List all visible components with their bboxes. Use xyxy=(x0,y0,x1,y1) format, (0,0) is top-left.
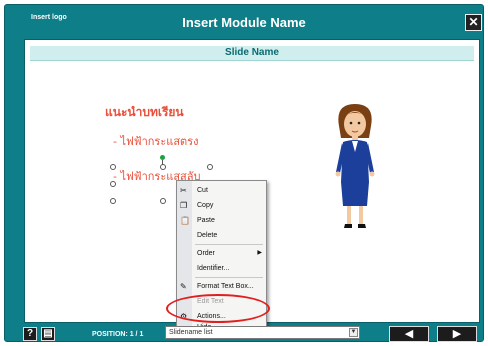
resize-handle[interactable] xyxy=(160,198,166,204)
bullet-item[interactable]: - ไฟฟ้ากระแสตรง xyxy=(113,132,198,150)
resize-handle[interactable] xyxy=(110,181,116,187)
menu-item-cut[interactable]: ✂ Cut xyxy=(177,183,266,198)
slide-select[interactable]: Slidename list ▼ xyxy=(165,326,360,339)
slide-select-value: Slidename list xyxy=(169,329,213,336)
menu-item-delete[interactable]: Delete xyxy=(177,228,266,243)
notes-button[interactable]: ▤ xyxy=(41,327,55,341)
resize-handle[interactable] xyxy=(160,164,166,170)
prev-button[interactable]: ◀ xyxy=(389,326,429,342)
resize-handle[interactable] xyxy=(110,164,116,170)
menu-item-identifier[interactable]: Identifier... xyxy=(177,261,266,276)
highlight-ellipse xyxy=(166,294,270,323)
menu-item-copy[interactable]: ❐ Copy xyxy=(177,198,266,213)
paste-icon: 📋 xyxy=(180,216,190,225)
format-textbox-icon: ✎ xyxy=(180,282,187,291)
scissors-icon: ✂ xyxy=(180,186,187,195)
slide-title: Slide Name xyxy=(30,46,474,61)
close-button[interactable]: ✕ xyxy=(465,14,482,31)
menu-item-label: Cut xyxy=(197,187,208,194)
chevron-down-icon[interactable]: ▼ xyxy=(349,328,358,337)
slide-heading[interactable]: แนะนำบทเรียน xyxy=(105,103,184,122)
menu-item-label: Order xyxy=(197,250,215,257)
module-frame: Insert logo Insert Module Name ✕ Slide N… xyxy=(4,4,484,342)
next-button[interactable]: ▶ xyxy=(437,326,477,342)
resize-handle[interactable] xyxy=(207,164,213,170)
menu-item-label: Identifier... xyxy=(197,265,230,272)
menu-item-paste[interactable]: 📋 Paste xyxy=(177,213,266,228)
menu-item-label: Paste xyxy=(197,217,215,224)
resize-handle[interactable] xyxy=(110,198,116,204)
module-title: Insert Module Name xyxy=(182,15,306,30)
menu-item-order[interactable]: Order ▶ xyxy=(177,246,266,261)
menu-item-format-text-box[interactable]: ✎ Format Text Box... xyxy=(177,279,266,294)
presenter-character-icon xyxy=(335,104,375,228)
position-indicator: POSITION: 1 / 1 xyxy=(92,331,144,338)
copy-icon: ❐ xyxy=(180,201,188,210)
menu-item-label: Delete xyxy=(197,232,218,239)
submenu-arrow-icon: ▶ xyxy=(257,250,262,256)
menu-item-label: Format Text Box... xyxy=(197,283,254,290)
menu-separator xyxy=(195,244,263,245)
menu-separator xyxy=(195,277,263,278)
help-button[interactable]: ? xyxy=(23,327,37,341)
menu-item-label: Copy xyxy=(197,202,214,209)
